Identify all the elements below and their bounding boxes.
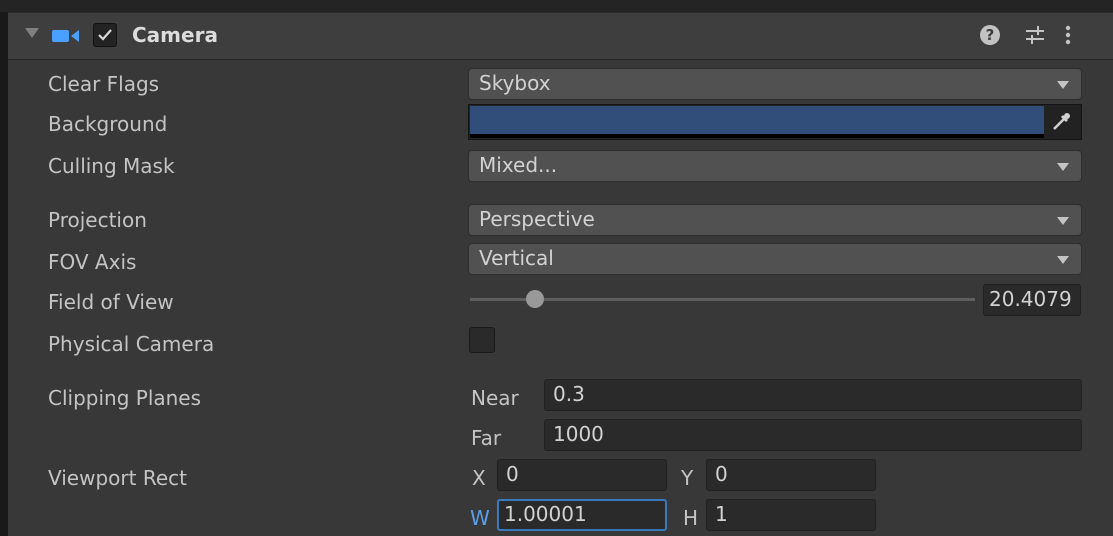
culling-mask-label: Culling Mask [48, 154, 175, 178]
check-icon [98, 29, 112, 41]
field-of-view-label: Field of View [48, 290, 174, 314]
viewport-x-label: X [472, 466, 486, 490]
panel-left-edge [0, 12, 8, 536]
preset-sliders-icon[interactable] [1024, 23, 1046, 47]
physical-camera-checkbox[interactable] [469, 327, 495, 353]
help-icon[interactable]: ? [980, 25, 1000, 45]
far-clip-input[interactable]: 1000 [544, 419, 1082, 451]
dropdown-arrow-icon [1057, 163, 1069, 171]
component-header[interactable]: Camera ? [8, 12, 1113, 60]
physical-camera-label: Physical Camera [48, 332, 215, 356]
culling-mask-dropdown[interactable]: Mixed... [468, 150, 1082, 182]
background-alpha-bar [470, 134, 1044, 138]
clear-flags-value: Skybox [479, 71, 551, 95]
fov-axis-label: FOV Axis [48, 250, 137, 274]
component-enabled-checkbox[interactable] [93, 23, 117, 47]
projection-value: Perspective [479, 207, 595, 231]
window-top-strip [0, 0, 1113, 12]
clear-flags-label: Clear Flags [48, 72, 160, 96]
background-color-field[interactable] [468, 104, 1082, 140]
kebab-menu-icon[interactable] [1064, 23, 1072, 47]
projection-dropdown[interactable]: Perspective [468, 204, 1082, 236]
field-of-view-slider-handle[interactable] [526, 290, 544, 308]
dropdown-arrow-icon [1057, 217, 1069, 225]
fov-axis-value: Vertical [479, 246, 554, 270]
near-clip-input[interactable]: 0.3 [544, 379, 1082, 411]
far-label: Far [471, 426, 502, 450]
viewport-rect-label: Viewport Rect [48, 466, 187, 490]
dropdown-arrow-icon [1057, 256, 1069, 264]
camera-icon [52, 30, 79, 42]
clipping-planes-label: Clipping Planes [48, 386, 202, 410]
projection-label: Projection [48, 208, 147, 232]
background-color-swatch[interactable] [470, 106, 1044, 134]
field-of-view-input[interactable]: 20.4079 [983, 284, 1081, 316]
fov-axis-dropdown[interactable]: Vertical [468, 243, 1082, 275]
foldout-triangle-icon[interactable] [25, 28, 39, 38]
viewport-h-input[interactable]: 1 [706, 499, 876, 531]
clear-flags-dropdown[interactable]: Skybox [468, 68, 1082, 100]
culling-mask-value: Mixed... [479, 153, 558, 177]
viewport-y-input[interactable]: 0 [706, 459, 876, 491]
viewport-x-input[interactable]: 0 [497, 459, 667, 491]
near-label: Near [471, 386, 519, 410]
background-label: Background [48, 112, 168, 136]
viewport-h-label: H [683, 506, 699, 530]
component-title: Camera [132, 23, 218, 47]
viewport-w-label: W [470, 506, 490, 530]
eyedropper-icon[interactable] [1049, 110, 1073, 134]
field-of-view-slider-track[interactable] [470, 298, 975, 301]
viewport-y-label: Y [681, 466, 694, 490]
dropdown-arrow-icon [1057, 81, 1069, 89]
viewport-w-input[interactable]: 1.00001 [497, 499, 667, 531]
